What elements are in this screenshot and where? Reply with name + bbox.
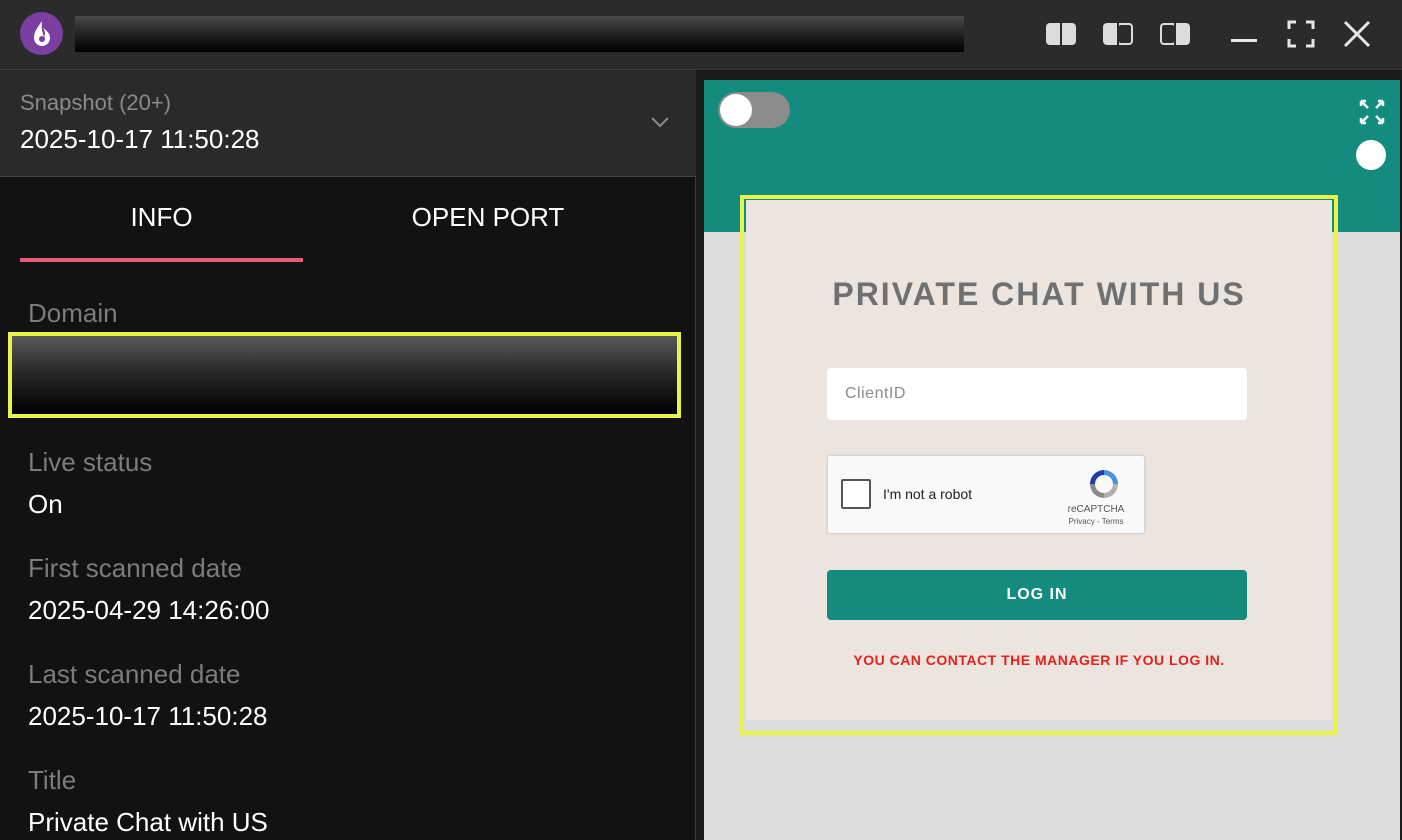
login-card: PRIVATE CHAT WITH US I'm not a robot reC… xyxy=(746,200,1332,720)
last-scanned-label: Last scanned date xyxy=(28,659,241,689)
live-status-label: Live status xyxy=(28,447,153,477)
recaptcha-checkbox[interactable] xyxy=(841,479,871,509)
expand-icon[interactable] xyxy=(1358,98,1386,126)
snapshot-value: 2025-10-17 11:50:28 xyxy=(20,124,260,154)
recaptcha-brand: reCAPTCHA xyxy=(1067,504,1125,515)
tab-bar: INFO OPEN PORT xyxy=(0,178,696,266)
live-status-value: On xyxy=(28,489,63,519)
layout-split-icon[interactable] xyxy=(1101,18,1135,50)
close-icon[interactable] xyxy=(1340,18,1374,50)
preview-toggle[interactable] xyxy=(718,92,790,128)
last-scanned-value: 2025-10-17 11:50:28 xyxy=(28,701,268,731)
layout-right-icon[interactable] xyxy=(1158,18,1192,50)
title-bar xyxy=(0,0,1402,70)
recaptcha-logo-icon xyxy=(1086,466,1122,502)
snapshot-label: Snapshot (20+) xyxy=(20,90,172,115)
recaptcha-links[interactable]: Privacy - Terms xyxy=(1054,517,1138,526)
app-logo-icon xyxy=(20,12,63,55)
active-tab-indicator xyxy=(20,258,303,262)
tab-info[interactable]: INFO xyxy=(20,202,303,233)
screenshot-preview: PRIVATE CHAT WITH US I'm not a robot reC… xyxy=(704,80,1400,840)
title-value: Private Chat with US xyxy=(28,807,268,837)
first-scanned-value: 2025-04-29 14:26:00 xyxy=(28,595,270,625)
redacted-window-title xyxy=(75,16,964,52)
redacted-domain-value xyxy=(8,332,681,418)
recaptcha-widget: I'm not a robot reCAPTCHA Privacy - Term… xyxy=(827,455,1145,534)
fullscreen-icon[interactable] xyxy=(1284,18,1318,50)
login-notice: YOU CAN CONTACT THE MANAGER IF YOU LOG I… xyxy=(853,652,1225,668)
recaptcha-label: I'm not a robot xyxy=(883,486,973,502)
layout-left-icon[interactable] xyxy=(1044,18,1078,50)
login-heading: PRIVATE CHAT WITH US xyxy=(832,276,1246,312)
domain-label: Domain xyxy=(28,298,118,328)
toggle-knob xyxy=(720,94,752,126)
info-panel: Snapshot (20+) 2025-10-17 11:50:28 INFO … xyxy=(0,70,696,840)
login-button[interactable]: LOG IN xyxy=(827,570,1247,620)
minimize-icon[interactable] xyxy=(1227,18,1261,50)
snapshot-selector[interactable]: Snapshot (20+) 2025-10-17 11:50:28 xyxy=(0,70,696,177)
status-dot xyxy=(1356,140,1386,170)
first-scanned-label: First scanned date xyxy=(28,553,242,583)
title-label: Title xyxy=(28,765,77,795)
client-id-input[interactable] xyxy=(827,368,1247,420)
tab-open-port[interactable]: OPEN PORT xyxy=(330,202,646,233)
chevron-down-icon[interactable] xyxy=(648,110,672,134)
